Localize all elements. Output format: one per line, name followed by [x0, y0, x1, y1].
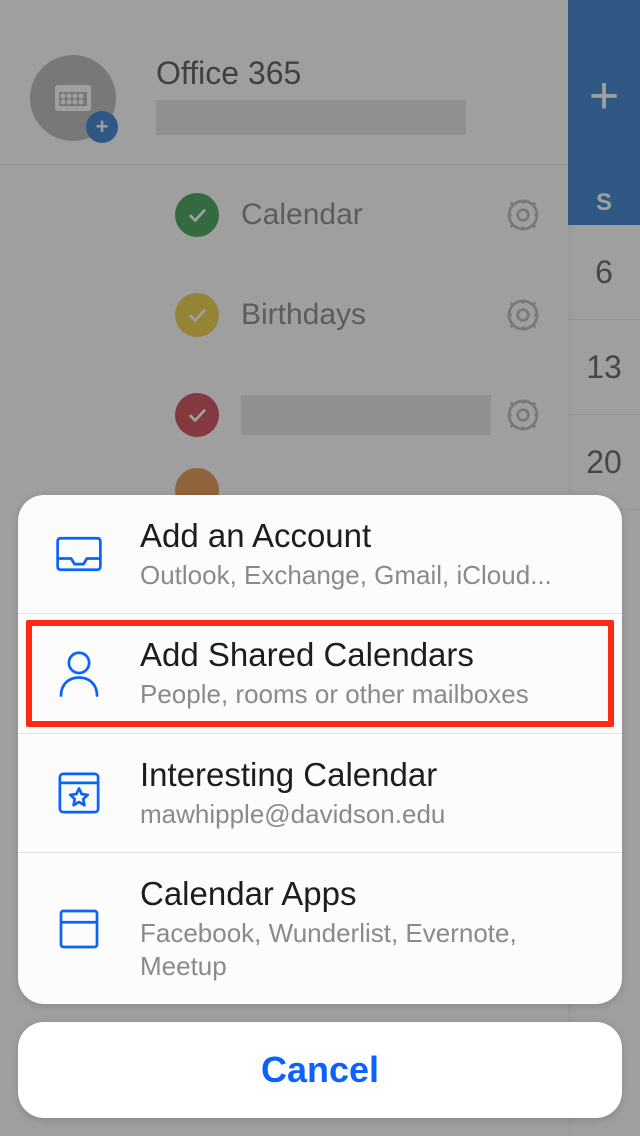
action-sheet: Add an Account Outlook, Exchange, Gmail,… — [18, 495, 622, 1119]
sheet-item-add-account[interactable]: Add an Account Outlook, Exchange, Gmail,… — [18, 495, 622, 615]
sheet-item-subtitle: Outlook, Exchange, Gmail, iCloud... — [140, 559, 594, 592]
inbox-icon — [52, 527, 106, 581]
sheet-item-interesting[interactable]: Interesting Calendar mawhipple@davidson.… — [18, 734, 622, 854]
sheet-item-subtitle: Facebook, Wunderlist, Evernote, Meetup — [140, 917, 594, 982]
star-calendar-icon — [52, 766, 106, 820]
person-icon — [52, 646, 106, 700]
sheet-item-title: Add Shared Calendars — [140, 636, 594, 674]
sheet-item-add-shared[interactable]: Add Shared Calendars People, rooms or ot… — [18, 614, 622, 734]
sheet-item-title: Calendar Apps — [140, 875, 594, 913]
cancel-button[interactable]: Cancel — [18, 1022, 622, 1118]
sheet-item-title: Add an Account — [140, 517, 594, 555]
sheet-item-subtitle: mawhipple@davidson.edu — [140, 798, 594, 831]
sheet-item-calendar-apps[interactable]: Calendar Apps Facebook, Wunderlist, Ever… — [18, 853, 622, 1004]
calendar-app-icon — [52, 902, 106, 956]
sheet-item-subtitle: People, rooms or other mailboxes — [140, 678, 594, 711]
action-sheet-panel: Add an Account Outlook, Exchange, Gmail,… — [18, 495, 622, 1005]
sheet-item-title: Interesting Calendar — [140, 756, 594, 794]
